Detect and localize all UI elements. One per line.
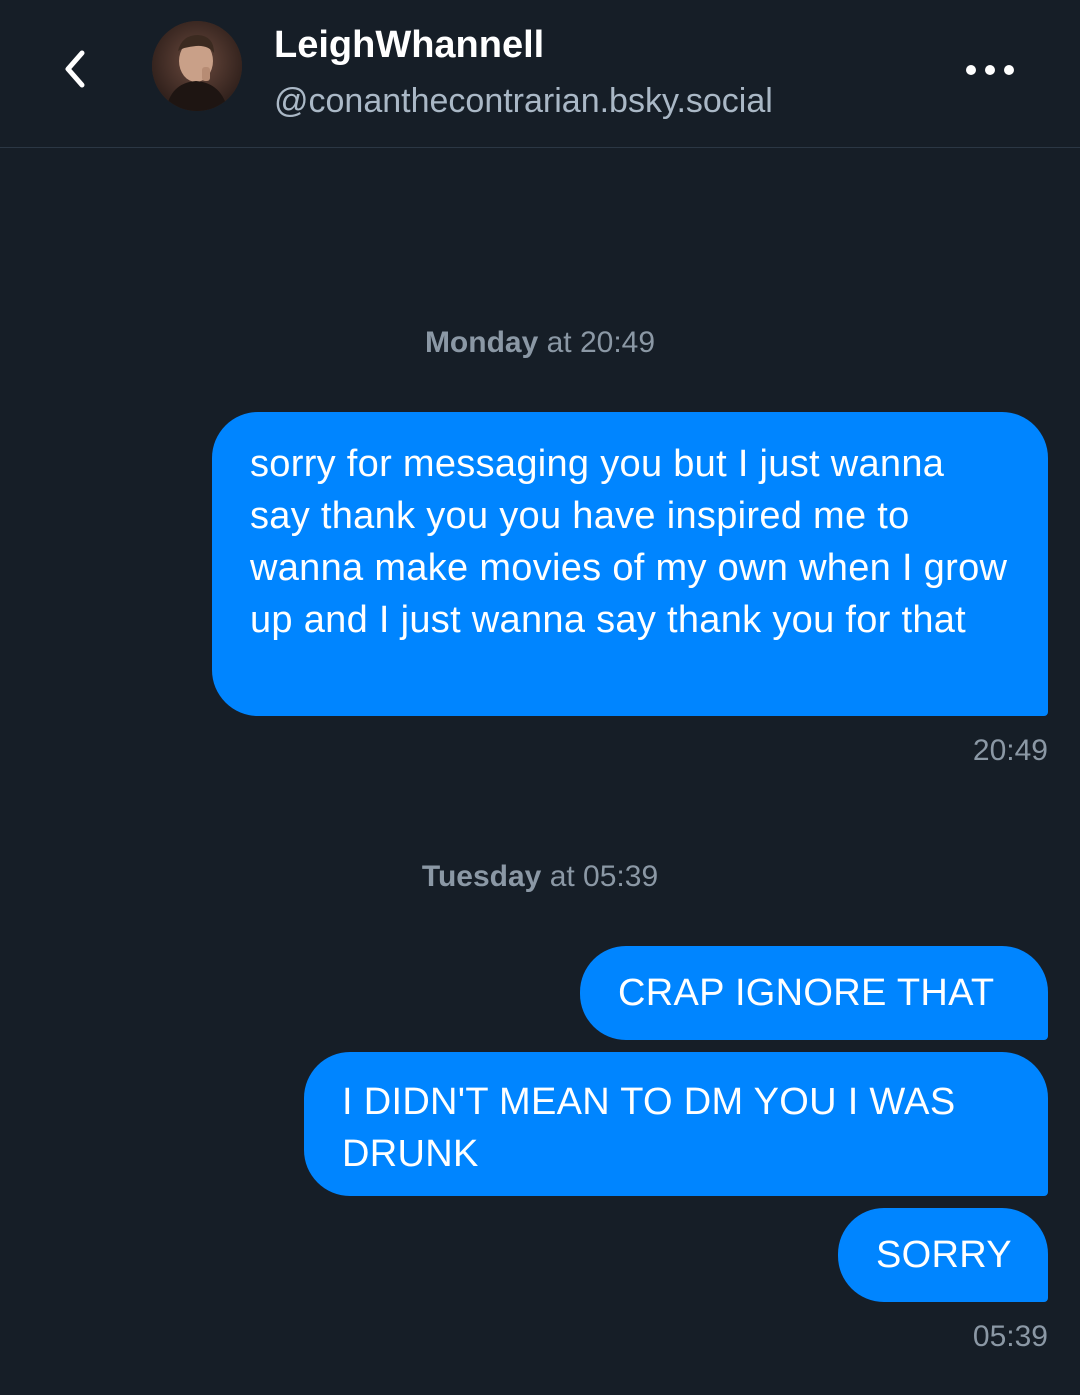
message-text: sorry for messaging you but I just wanna…	[250, 443, 1008, 641]
message-text: CRAP IGNORE THAT	[618, 972, 995, 1014]
date-separator-time: at 05:39	[541, 860, 659, 893]
date-separator-time: at 20:49	[538, 326, 656, 359]
conversation-header: LeighWhannell @conanthecontrarian.bsky.s…	[0, 0, 1080, 148]
avatar[interactable]	[152, 21, 242, 111]
date-separator: Monday at 20:49	[0, 326, 1080, 360]
message-bubble[interactable]: CRAP IGNORE THAT	[580, 946, 1048, 1040]
message-bubble[interactable]: I DIDN'T MEAN TO DM YOU I WAS DRUNK	[304, 1052, 1048, 1196]
profile-handle[interactable]: @conanthecontrarian.bsky.social	[274, 82, 773, 121]
date-separator: Tuesday at 05:39	[0, 860, 1080, 894]
more-options-button[interactable]	[958, 50, 1022, 90]
message-text: I DIDN'T MEAN TO DM YOU I WAS DRUNK	[342, 1081, 956, 1175]
message-text: SORRY	[876, 1234, 1012, 1276]
profile-display-name[interactable]: LeighWhannell	[274, 24, 544, 67]
message-timestamp: 05:39	[972, 1320, 1048, 1353]
date-separator-day: Tuesday	[421, 860, 542, 893]
message-bubble[interactable]: sorry for messaging you but I just wanna…	[212, 412, 1048, 716]
message-timestamp: 20:49	[972, 734, 1048, 767]
more-horizontal-icon	[966, 65, 1014, 75]
chevron-left-icon	[65, 50, 85, 88]
back-button[interactable]	[48, 42, 102, 96]
date-separator-day: Monday	[424, 326, 539, 359]
message-bubble[interactable]: SORRY	[838, 1208, 1048, 1302]
